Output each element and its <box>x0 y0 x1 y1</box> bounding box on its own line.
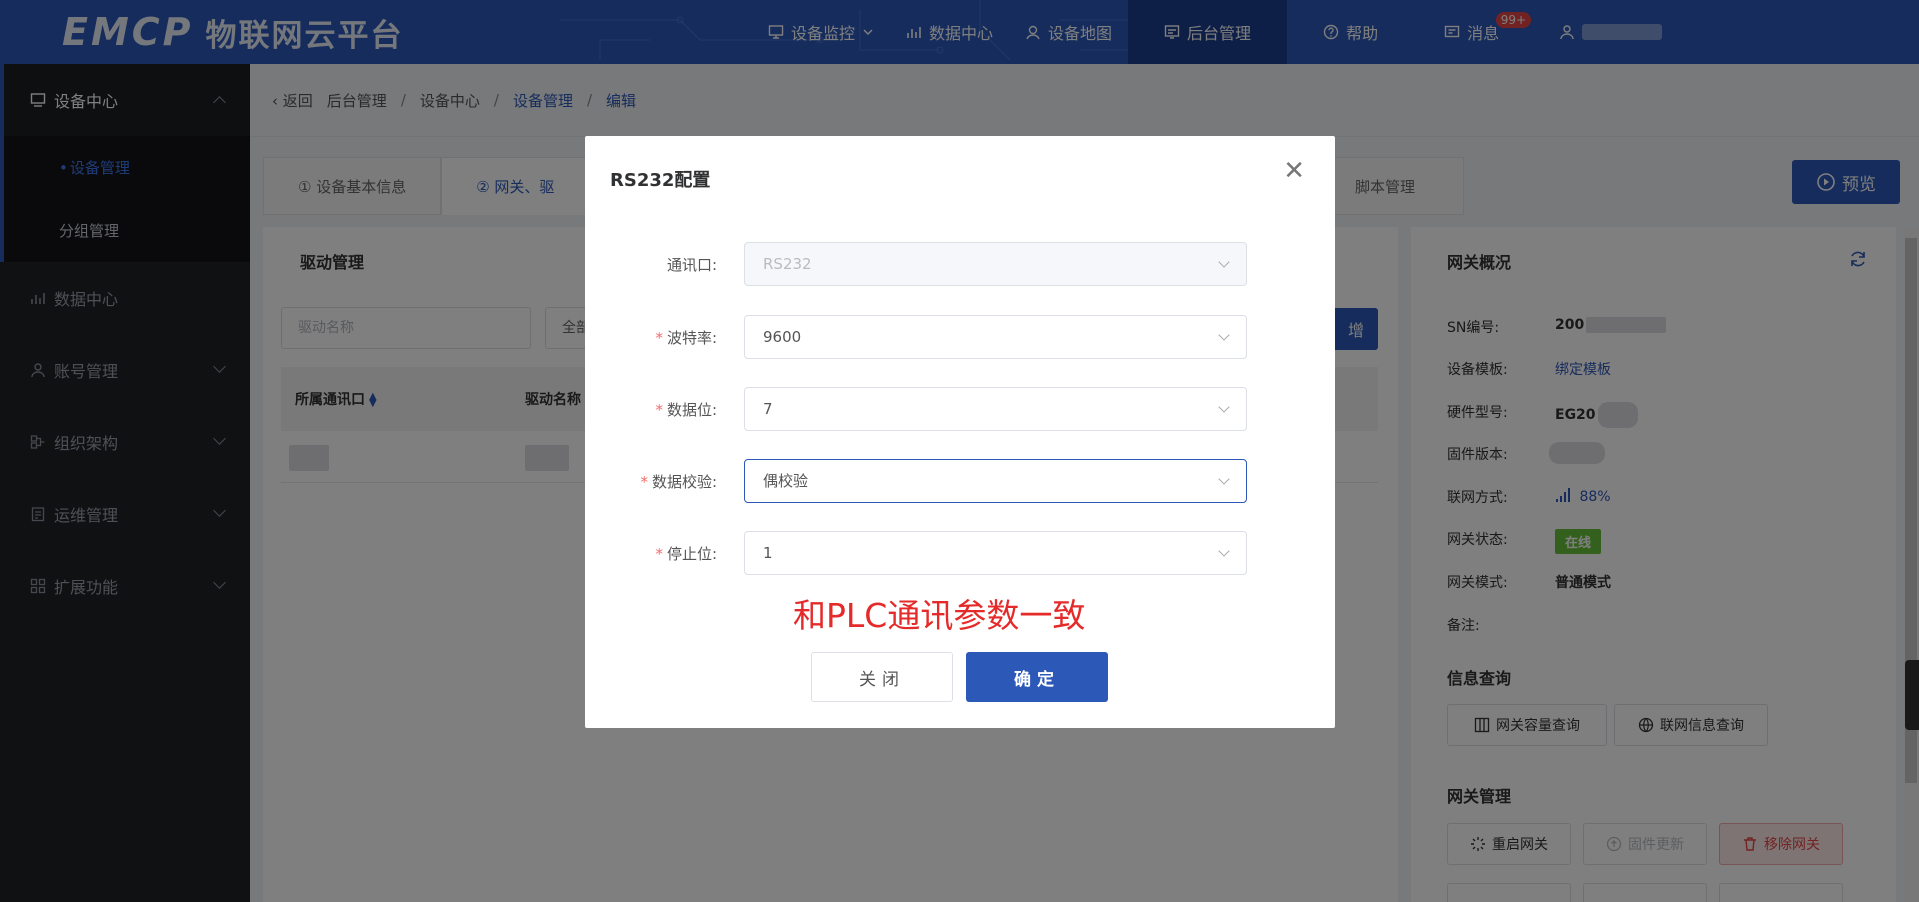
form-row-parity: * 数据校验: 偶校验 <box>585 459 1335 503</box>
annotation-text: 和PLC通讯参数一致 <box>793 596 1086 635</box>
close-button[interactable]: 关闭 <box>811 652 953 702</box>
stop-bits-label: * 停止位: <box>655 543 717 564</box>
chevron-down-icon <box>1218 545 1230 557</box>
data-bits-value: 7 <box>763 400 773 418</box>
close-icon[interactable]: ✕ <box>1283 158 1305 184</box>
dialog-title: RS232配置 <box>610 170 711 191</box>
stop-bits-value: 1 <box>763 544 773 562</box>
parity-label-text: 数据校验: <box>651 473 717 491</box>
parity-select[interactable]: 偶校验 <box>744 459 1247 503</box>
stop-bits-select[interactable]: 1 <box>744 531 1247 575</box>
baud-rate-value: 9600 <box>763 328 802 346</box>
chevron-down-icon <box>1218 401 1230 413</box>
port-select: RS232 <box>744 242 1247 286</box>
form-row-port: 通讯口: RS232 <box>585 242 1335 286</box>
port-label: 通讯口: <box>666 256 717 274</box>
required-mark: * <box>655 401 663 419</box>
required-mark: * <box>655 545 663 563</box>
required-mark: * <box>640 473 648 491</box>
form-row-stopbits: * 停止位: 1 <box>585 531 1335 575</box>
form-row-baud: * 波特率: 9600 <box>585 315 1335 359</box>
parity-label: * 数据校验: <box>640 471 717 492</box>
data-bits-label: * 数据位: <box>655 399 717 420</box>
chevron-down-icon <box>1218 473 1230 485</box>
baud-rate-select[interactable]: 9600 <box>744 315 1247 359</box>
data-bits-select[interactable]: 7 <box>744 387 1247 431</box>
required-mark: * <box>655 329 663 347</box>
form-row-databits: * 数据位: 7 <box>585 387 1335 431</box>
port-value: RS232 <box>763 255 812 273</box>
confirm-button[interactable]: 确定 <box>966 652 1108 702</box>
data-bits-label-text: 数据位: <box>666 401 717 419</box>
stop-bits-label-text: 停止位: <box>666 545 717 563</box>
baud-label-text: 波特率: <box>666 329 717 347</box>
baud-label: * 波特率: <box>655 327 717 348</box>
chevron-down-icon <box>1218 256 1230 268</box>
chevron-down-icon <box>1218 329 1230 341</box>
rs232-config-dialog: RS232配置 ✕ 通讯口: RS232 * 波特率: 9600 * 数据位: 7 … <box>585 136 1335 728</box>
parity-value: 偶校验 <box>763 472 809 490</box>
